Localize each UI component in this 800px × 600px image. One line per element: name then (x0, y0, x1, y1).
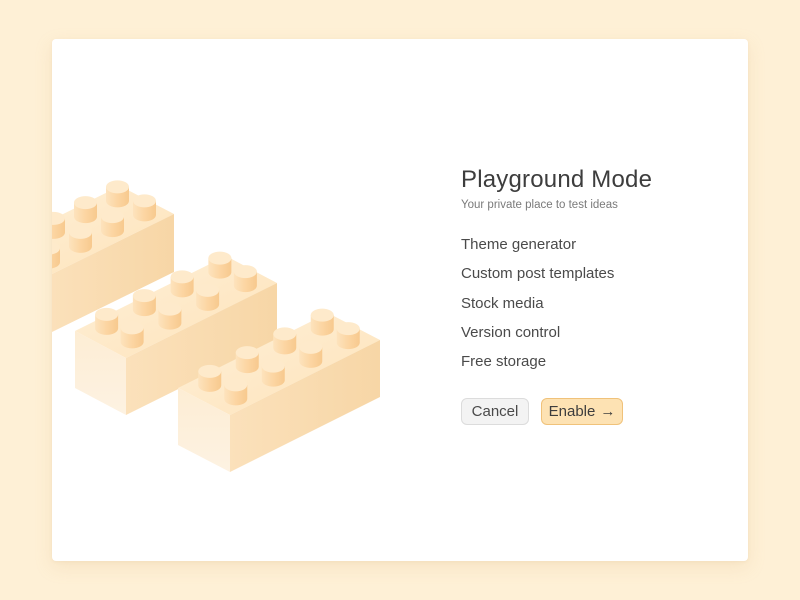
feature-item-version-control: Version control (461, 323, 561, 341)
feature-item-free-storage: Free storage (461, 353, 547, 371)
playground-mode-dialog: Playground Mode Your private place to te… (52, 39, 748, 561)
dialog-actions: Cancel Enable → (461, 398, 721, 426)
cancel-button-label: Cancel (471, 403, 519, 421)
cancel-button[interactable]: Cancel (461, 398, 529, 426)
enable-button[interactable]: Enable → (541, 398, 623, 426)
dialog-subtitle: Your private place to test ideas (461, 199, 618, 211)
feature-item-stock-media: Stock media (461, 294, 544, 312)
dialog-content: Playground Mode Your private place to te… (461, 165, 721, 426)
feature-item-theme-generator: Theme generator (461, 236, 577, 253)
lego-bricks-illustration (52, 180, 380, 472)
enable-button-label: Enable (548, 403, 596, 421)
feature-list: Theme generator Custom post templates St… (461, 235, 721, 381)
dialog-title: Playground Mode (461, 166, 653, 193)
arrow-right-icon: → (600, 403, 616, 421)
feature-item-custom-post-templates: Custom post templates (461, 265, 615, 283)
